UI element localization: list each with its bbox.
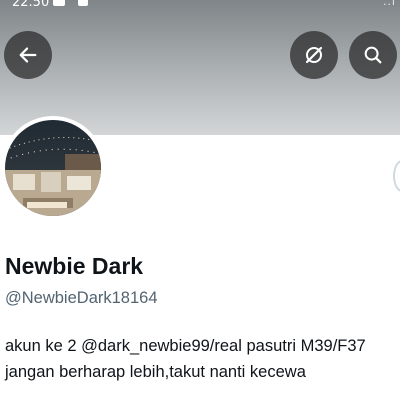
profile-banner[interactable] (0, 0, 400, 135)
bio-line: akun ke 2 @dark_newbie99/real pasutri M3… (5, 337, 366, 355)
status-time: 22.50 (12, 0, 50, 10)
notification-icon (53, 0, 65, 6)
user-handle: @NewbieDark18164 (5, 289, 158, 307)
search-button[interactable] (349, 31, 397, 79)
notification-icon-2 (78, 0, 88, 6)
search-icon (364, 46, 382, 64)
profile-bio: akun ke 2 @dark_newbie99/real pasutri M3… (5, 333, 366, 385)
edge-icon (393, 160, 400, 192)
bio-line: jangan berharap lebih,takut nanti kecewa (5, 363, 306, 381)
back-button[interactable] (4, 31, 52, 79)
grok-icon (305, 46, 323, 64)
avatar-photo (5, 120, 101, 216)
signal-icon: ..l (382, 0, 396, 8)
arrow-left-icon (19, 47, 37, 63)
profile-avatar[interactable] (1, 116, 105, 220)
display-name: Newbie Dark (5, 253, 144, 279)
status-bar: 22.50 ..l (0, 0, 400, 12)
grok-button[interactable] (290, 31, 338, 79)
